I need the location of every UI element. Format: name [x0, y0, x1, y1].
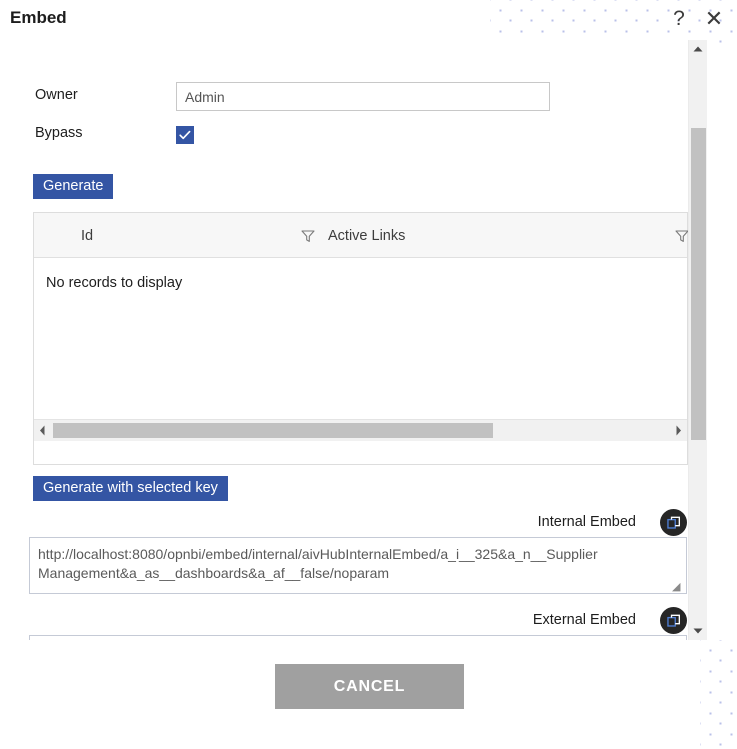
vscroll-down-arrow[interactable] [689, 622, 707, 640]
column-header-id[interactable]: Id [81, 228, 93, 244]
vscroll-thumb[interactable] [691, 128, 706, 440]
active-links-grid: Id Active Links No records to display [33, 212, 689, 465]
cancel-button[interactable]: CANCEL [275, 664, 464, 709]
dialog-vertical-scrollbar[interactable] [688, 40, 707, 640]
dialog-title: Embed [10, 8, 73, 28]
internal-embed-textarea[interactable] [29, 537, 687, 594]
generate-button[interactable]: Generate [33, 174, 114, 199]
hscroll-thumb[interactable] [53, 423, 493, 438]
bypass-checkbox[interactable] [176, 126, 194, 144]
external-embed-label: External Embed [532, 612, 636, 628]
help-icon[interactable]: ? [667, 6, 691, 32]
hscroll-right-arrow[interactable] [670, 420, 687, 441]
dialog-footer: CANCEL [0, 640, 700, 749]
owner-input[interactable] [176, 82, 550, 111]
filter-icon-id[interactable] [300, 228, 316, 244]
generate-with-selected-key-button[interactable]: Generate with selected key [33, 476, 228, 501]
hscroll-left-arrow[interactable] [34, 420, 51, 441]
dialog-body: Owner Bypass Generate Id Active Links [0, 40, 700, 680]
owner-label: Owner [35, 87, 78, 103]
empty-state-message: No records to display [46, 275, 183, 291]
internal-embed-label: Internal Embed [537, 514, 636, 530]
close-icon[interactable]: ✕ [701, 6, 727, 32]
bypass-label: Bypass [35, 125, 83, 141]
dialog-titlebar: Embed ? ✕ [0, 0, 737, 40]
grid-header-row: Id Active Links [34, 213, 689, 258]
copy-internal-embed-icon[interactable] [660, 509, 687, 536]
vscroll-up-arrow[interactable] [689, 40, 707, 58]
grid-horizontal-scrollbar[interactable] [34, 419, 687, 441]
copy-external-embed-icon[interactable] [660, 607, 687, 634]
embed-dialog: Embed ? ✕ Owner Bypass Generate Id Activ… [0, 0, 737, 749]
check-icon [179, 130, 191, 140]
grid-body: No records to display [34, 258, 687, 441]
column-header-active-links[interactable]: Active Links [328, 228, 405, 244]
